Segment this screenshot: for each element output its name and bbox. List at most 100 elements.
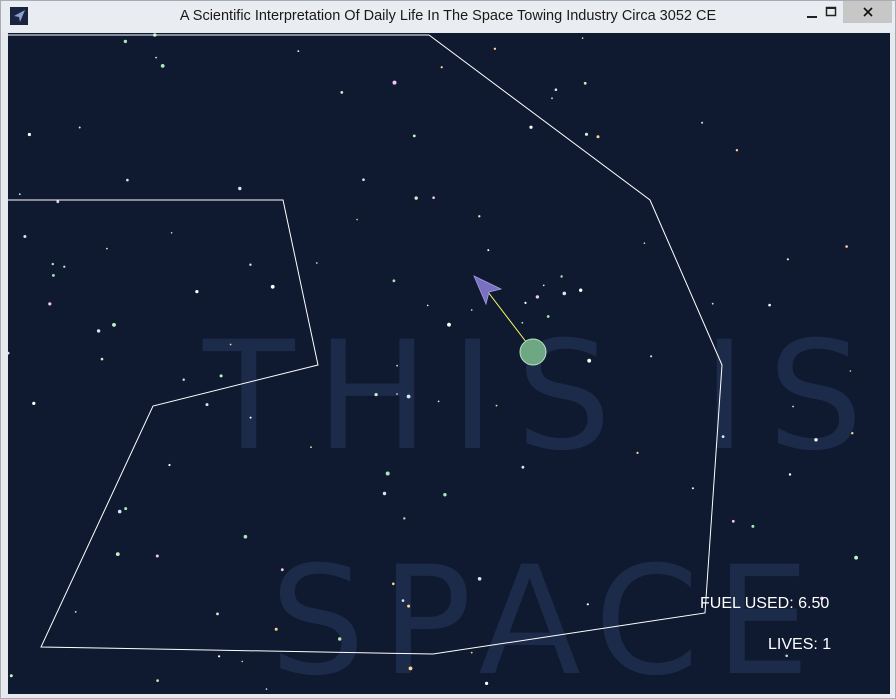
star bbox=[786, 258, 790, 261]
star bbox=[691, 487, 694, 490]
star bbox=[340, 91, 344, 94]
star bbox=[554, 88, 558, 91]
star bbox=[117, 509, 122, 514]
star bbox=[406, 394, 411, 399]
star bbox=[126, 178, 129, 182]
close-icon bbox=[862, 7, 873, 17]
star bbox=[849, 370, 852, 372]
star bbox=[495, 404, 498, 407]
star bbox=[477, 577, 482, 581]
star bbox=[581, 37, 584, 39]
star bbox=[160, 64, 165, 68]
star bbox=[751, 524, 755, 528]
star bbox=[788, 473, 792, 476]
star bbox=[32, 401, 36, 405]
star bbox=[238, 186, 242, 191]
star bbox=[52, 274, 55, 277]
star bbox=[551, 97, 553, 100]
app-window: A Scientific Interpretation Of Daily Lif… bbox=[0, 0, 896, 699]
star bbox=[182, 378, 185, 381]
star bbox=[195, 290, 199, 294]
star bbox=[814, 438, 818, 442]
star bbox=[470, 651, 473, 654]
title-bar[interactable]: A Scientific Interpretation Of Daily Lif… bbox=[1, 1, 895, 32]
lives-value: 1 bbox=[822, 636, 832, 653]
star bbox=[412, 134, 416, 138]
star bbox=[274, 627, 278, 631]
maximize-button[interactable] bbox=[817, 1, 845, 23]
star bbox=[218, 655, 221, 658]
star bbox=[711, 302, 714, 305]
star bbox=[8, 351, 10, 355]
star bbox=[426, 304, 429, 307]
star bbox=[241, 660, 243, 663]
star bbox=[478, 215, 481, 218]
fuel-value: 6.50 bbox=[798, 595, 830, 612]
star bbox=[487, 249, 490, 252]
star bbox=[243, 534, 248, 539]
star bbox=[845, 245, 848, 248]
star bbox=[155, 56, 158, 59]
star bbox=[596, 135, 600, 139]
player-ship bbox=[473, 275, 503, 306]
star bbox=[18, 193, 21, 196]
star bbox=[493, 47, 497, 50]
lives-label: LIVES: bbox=[768, 636, 818, 653]
window-title: A Scientific Interpretation Of Daily Lif… bbox=[179, 8, 717, 24]
star bbox=[403, 517, 406, 520]
star bbox=[338, 637, 342, 641]
star bbox=[437, 400, 440, 403]
star bbox=[524, 301, 527, 304]
star bbox=[216, 612, 219, 616]
star bbox=[560, 275, 563, 278]
close-button[interactable] bbox=[843, 1, 892, 23]
star bbox=[443, 493, 447, 497]
star bbox=[9, 674, 13, 678]
star bbox=[562, 291, 567, 296]
star bbox=[382, 491, 387, 496]
star bbox=[768, 303, 771, 307]
star bbox=[521, 465, 525, 469]
star bbox=[485, 681, 489, 686]
star bbox=[356, 218, 358, 221]
star bbox=[48, 302, 52, 306]
star bbox=[362, 178, 365, 181]
star bbox=[407, 604, 411, 608]
star bbox=[27, 132, 31, 137]
star bbox=[249, 263, 252, 266]
star bbox=[396, 364, 398, 367]
star bbox=[583, 81, 587, 85]
star bbox=[168, 463, 171, 467]
star bbox=[297, 50, 300, 52]
star bbox=[310, 446, 312, 449]
star bbox=[396, 393, 398, 395]
star bbox=[270, 284, 275, 289]
star bbox=[440, 66, 443, 69]
star bbox=[587, 358, 592, 363]
star bbox=[115, 552, 120, 556]
star bbox=[100, 357, 104, 361]
star bbox=[385, 471, 390, 476]
towed-cargo bbox=[519, 338, 547, 366]
star bbox=[219, 374, 223, 378]
star bbox=[112, 323, 116, 327]
star bbox=[74, 611, 77, 613]
star bbox=[78, 126, 81, 129]
star bbox=[156, 679, 159, 682]
star bbox=[392, 279, 396, 283]
star bbox=[51, 262, 54, 266]
star bbox=[785, 654, 788, 658]
star bbox=[374, 393, 378, 397]
star bbox=[56, 200, 60, 204]
fuel-label: FUEL USED: bbox=[700, 595, 794, 612]
star bbox=[123, 39, 128, 44]
star bbox=[106, 247, 108, 250]
star bbox=[854, 555, 858, 560]
game-canvas[interactable]: THIS IS SPACE FUEL USED: 6.50 LIVES: 1 bbox=[8, 33, 890, 694]
star bbox=[392, 582, 395, 586]
star bbox=[155, 554, 159, 558]
star bbox=[546, 315, 550, 318]
star bbox=[249, 416, 252, 419]
star bbox=[579, 288, 583, 292]
star bbox=[401, 599, 405, 602]
